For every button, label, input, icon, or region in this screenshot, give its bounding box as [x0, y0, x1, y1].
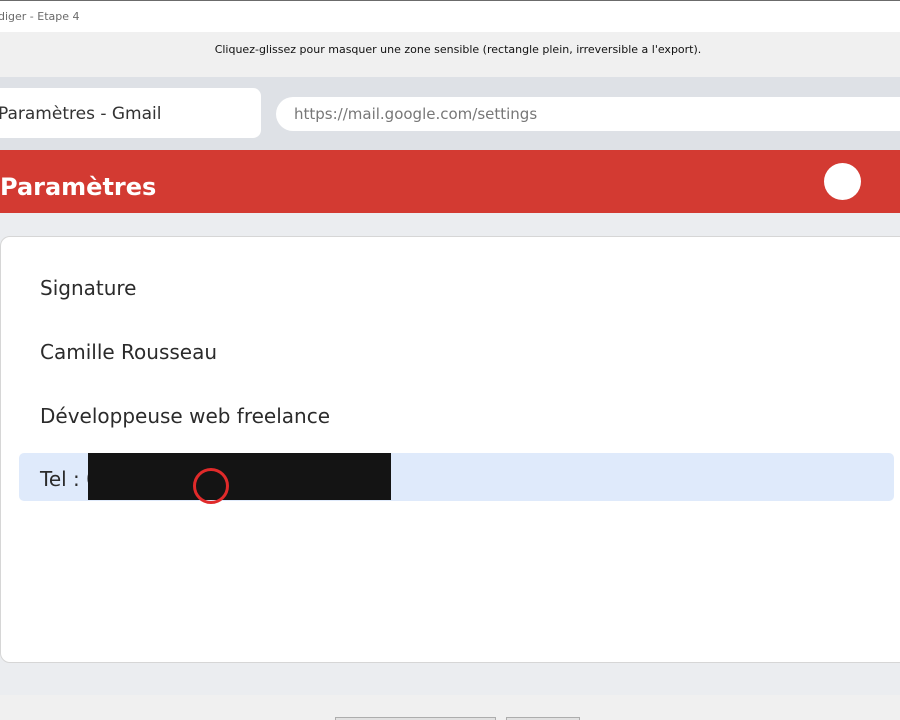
redaction-rectangle[interactable] — [88, 453, 391, 500]
instruction-text: Cliquez-glissez pour masquer une zone se… — [214, 43, 702, 56]
signature-heading: Signature — [40, 276, 137, 300]
address-bar: https://mail.google.com/settings — [276, 97, 900, 131]
window-title: diger - Etape 4 — [0, 10, 80, 23]
browser-tab: Paramètres - Gmail — [0, 88, 261, 138]
instruction-strip: Cliquez-glissez pour masquer une zone se… — [0, 32, 900, 77]
signature-role-line: Développeuse web freelance — [40, 404, 331, 428]
captured-browser-toolbar: Paramètres - Gmail https://mail.google.c… — [0, 77, 900, 150]
cursor-ring-icon — [193, 468, 229, 504]
redaction-tool-window: diger - Etape 4 Cliquez-glissez pour mas… — [0, 0, 900, 720]
window-title-bar: diger - Etape 4 — [0, 0, 900, 32]
bottom-action-bar — [0, 695, 900, 720]
avatar-icon — [824, 163, 861, 200]
address-url: https://mail.google.com/settings — [294, 105, 538, 123]
browser-tab-title: Paramètres - Gmail — [0, 104, 162, 124]
gmail-settings-header: Paramètres — [0, 150, 900, 213]
signature-card[interactable] — [0, 236, 900, 663]
signature-name-line: Camille Rousseau — [40, 340, 218, 364]
page-title: Paramètres — [0, 173, 157, 201]
